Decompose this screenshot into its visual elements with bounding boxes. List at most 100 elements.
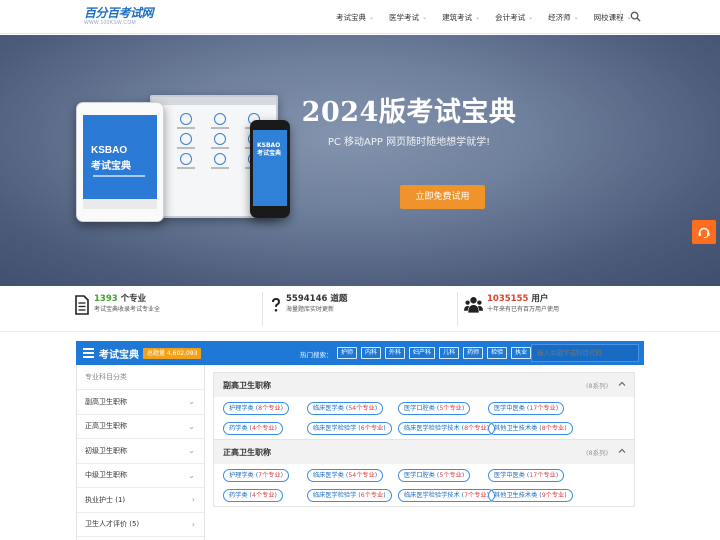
- chevron-down-icon: ⌄: [475, 13, 481, 21]
- nav-item-economist[interactable]: 经济师 ⌄: [548, 12, 579, 23]
- category-title: 副高卫生职称: [223, 380, 271, 390]
- sidebar-item-label: 副高卫生职称: [85, 397, 127, 406]
- question-mark-icon: [272, 298, 280, 312]
- category-pills: 护理学类 (7个专业) 临床医学类 (54个专业) 医学口腔类 (5个专业) 医…: [214, 464, 634, 506]
- chevron-down-icon: ⌄: [188, 470, 195, 480]
- sidebar-item-junior[interactable]: 初级卫生职称 ⌄: [77, 439, 204, 464]
- customer-service-float-button[interactable]: [692, 220, 716, 244]
- category-header[interactable]: 副高卫生职称 (8系列): [214, 373, 634, 397]
- phone-brand-cn: 考试宝典: [257, 150, 282, 157]
- subject-pill[interactable]: 医学口腔类 (5个专业): [398, 402, 471, 415]
- category-header[interactable]: 正高卫生职称 (8系列): [214, 440, 634, 464]
- nav-item-kaoshibaodian[interactable]: 考试宝典 ⌄: [336, 12, 374, 23]
- sidebar-item-label: 中级卫生职称: [85, 471, 127, 480]
- tablet-brand-en: KSBAO: [91, 145, 128, 156]
- sidebar-item-senior[interactable]: 正高卫生职称 ⌄: [77, 415, 204, 439]
- category-pills: 护理学类 (8个专业) 临床医学类 (54个专业) 医学口腔类 (5个专业) 医…: [214, 397, 634, 439]
- category-block: 正高卫生职称 (8系列) 护理学类 (7个专业) 临床医学类 (54个专业) 医…: [213, 440, 635, 507]
- nav-label: 会计考试: [495, 12, 526, 22]
- sidebar-item-licensed-nurse[interactable]: 执业护士 (1) ›: [77, 488, 204, 513]
- hot-tag[interactable]: 内科: [361, 347, 382, 359]
- banner-subtitle: PC 移动APP 网页随时随地想学就学!: [327, 137, 491, 148]
- hot-tag[interactable]: 检验: [487, 347, 508, 359]
- stat-unit: 个专业: [117, 294, 147, 304]
- sidebar-heading: 专业科目分类: [77, 365, 204, 390]
- subject-pill[interactable]: 临床医学类 (54个专业): [307, 402, 384, 415]
- nav-item-accounting[interactable]: 会计考试 ⌄: [495, 12, 533, 23]
- stat-unit: 用户: [528, 294, 549, 304]
- tablet-illustration: KSBAO 考试宝典: [76, 102, 164, 222]
- keyword-search-input[interactable]: [531, 344, 639, 362]
- nav-item-construction[interactable]: 建筑考试 ⌄: [442, 12, 480, 23]
- category-title: 正高卫生职称: [223, 447, 271, 457]
- chevron-right-icon: ›: [191, 495, 195, 505]
- stat-majors: 1393 个专业 考试宝典收录考试专业全: [74, 294, 160, 316]
- document-icon: [75, 295, 89, 315]
- chevron-up-icon[interactable]: [618, 380, 626, 388]
- chevron-down-icon: ⌄: [188, 421, 195, 431]
- stat-divider: [262, 292, 263, 326]
- nav-item-medical[interactable]: 医学考试 ⌄: [389, 12, 427, 23]
- subject-pill[interactable]: 临床医学检验学 (6个专业): [307, 422, 392, 435]
- stat-description: 十年来有已有百万用户使用: [487, 306, 560, 313]
- subject-pill[interactable]: 药学类 (4个专业): [223, 489, 283, 502]
- sidebar-item-label: 初级卫生职称: [85, 446, 127, 455]
- site-logo[interactable]: 百分百考试网 WWW.100KSW.COM: [84, 7, 154, 27]
- hot-tag[interactable]: 执业: [511, 347, 532, 359]
- hero-banner: KSBAO 考试宝典 KSBAO 考试宝典 2024版考试宝典 PC 移动APP…: [0, 35, 720, 286]
- category-sidebar: 专业科目分类 副高卫生职称 ⌄ 正高卫生职称 ⌄ 初级卫生职称 ⌄ 中级卫生职称 ⌄ 执…: [76, 365, 205, 540]
- hot-search-tags: 护师 内科 外科 妇产科 儿科 药师 检验 执业: [337, 347, 535, 359]
- subject-pill[interactable]: 医学中医类 (17个专业): [488, 469, 565, 482]
- category-block: 副高卫生职称 (8系列) 护理学类 (8个专业) 临床医学类 (54个专业) 医…: [213, 372, 635, 440]
- subject-pill[interactable]: 临床医学检验学 (6个专业): [307, 489, 392, 502]
- stat-description: 考试宝典收录考试专业全: [94, 306, 161, 313]
- subject-pill[interactable]: 护理学类 (8个专业): [223, 402, 290, 415]
- free-trial-button[interactable]: 立即免费试用: [400, 185, 485, 209]
- nav-label: 考试宝典: [336, 12, 366, 22]
- stat-unit: 道题: [327, 294, 348, 304]
- subject-pill[interactable]: 其他卫生技术类 (8个专业): [488, 422, 573, 435]
- hot-tag[interactable]: 药师: [463, 347, 484, 359]
- subject-pill[interactable]: 医学口腔类 (5个专业): [398, 469, 471, 482]
- tablet-brand-cn: 考试宝典: [91, 161, 131, 172]
- hot-tag[interactable]: 妇产科: [409, 347, 436, 359]
- hot-tag[interactable]: 外科: [385, 347, 406, 359]
- nav-label: 建筑考试: [442, 12, 473, 22]
- chevron-down-icon: ⌄: [422, 13, 428, 21]
- nav-label: 医学考试: [389, 12, 420, 22]
- headset-icon: [698, 227, 710, 239]
- sidebar-item-intermediate[interactable]: 中级卫生职称 ⌄: [77, 464, 204, 488]
- stat-users: 1035155 用户 十年来有已有百万用户使用: [464, 294, 559, 316]
- stat-description: 海量题库实时更新: [286, 306, 335, 313]
- phone-brand-en: KSBAO: [257, 142, 281, 149]
- sidebar-item-label: 正高卫生职称: [85, 422, 127, 431]
- sidebar-item-label: 卫生人才评价 (5): [85, 520, 140, 529]
- subject-pill[interactable]: 其他卫生技术类 (9个专业): [488, 489, 573, 502]
- subject-pill[interactable]: 临床医学类 (54个专业): [307, 469, 384, 482]
- subject-pill[interactable]: 临床医学检验学技术 (7个专业): [398, 489, 495, 502]
- menu-list-icon: [83, 348, 94, 358]
- hot-tag[interactable]: 护师: [337, 347, 358, 359]
- logo-domain: WWW.100KSW.COM: [84, 20, 136, 26]
- hot-tag[interactable]: 儿科: [439, 347, 460, 359]
- exam-module-bar: 考试宝典 总题量 4,602,093 热门搜索： 护师 内科 外科 妇产科 儿科…: [76, 341, 644, 365]
- subject-pill[interactable]: 药学类 (4个专业): [223, 422, 283, 435]
- subject-pill[interactable]: 医学中医类 (17个专业): [488, 402, 565, 415]
- logo-text[interactable]: 百分百考试网: [84, 7, 154, 20]
- sidebar-item-associate-senior[interactable]: 副高卫生职称 ⌄: [77, 390, 204, 415]
- search-icon[interactable]: [630, 11, 641, 22]
- stat-value: 1393: [94, 294, 118, 304]
- chevron-up-icon[interactable]: [618, 447, 626, 455]
- category-series-count: (8系列): [586, 449, 609, 457]
- nav-item-courses[interactable]: 网校课程 ⌄: [594, 12, 632, 23]
- chevron-down-icon: ⌄: [188, 397, 195, 407]
- subject-pill[interactable]: 护理学类 (7个专业): [223, 469, 290, 482]
- chevron-right-icon: ›: [191, 519, 195, 529]
- sidebar-item-talent-evaluation[interactable]: 卫生人才评价 (5) ›: [77, 513, 204, 537]
- module-title: 考试宝典: [99, 350, 139, 361]
- chevron-down-icon: ⌄: [528, 13, 534, 21]
- main-nav: 考试宝典 ⌄ 医学考试 ⌄ 建筑考试 ⌄ 会计考试 ⌄ 经济师 ⌄ 网校课程 ⌄: [336, 0, 647, 34]
- subject-pill[interactable]: 临床医学检验学技术 (8个专业): [398, 422, 495, 435]
- hot-search-label: 热门搜索：: [300, 351, 333, 359]
- users-icon: [464, 297, 483, 313]
